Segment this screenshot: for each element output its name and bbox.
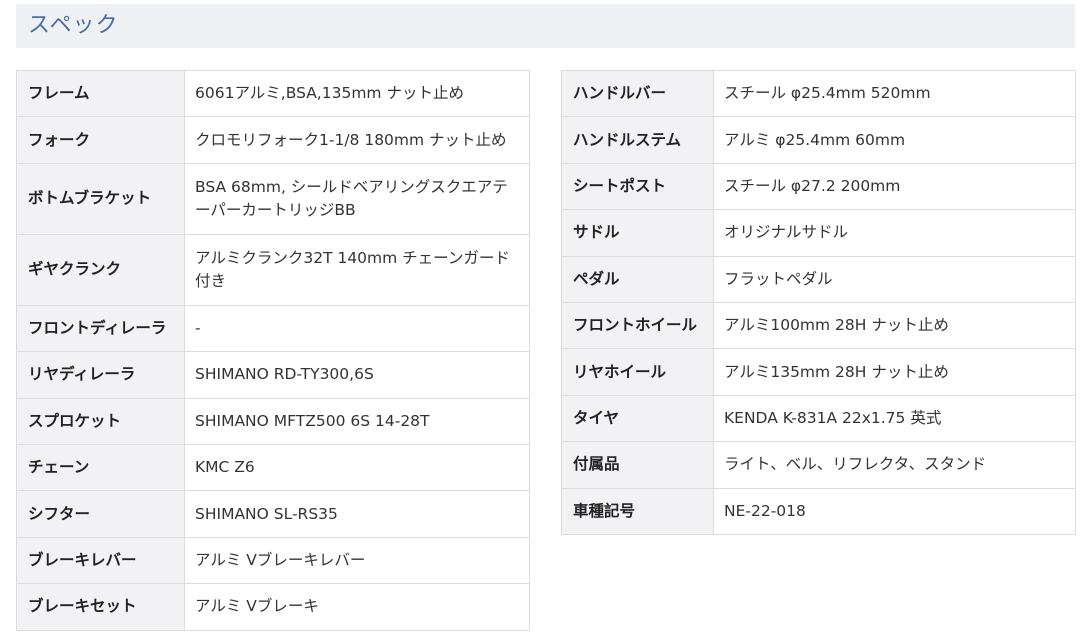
spec-label: リヤホイール [561,348,714,396]
table-row: タイヤ KENDA K-831A 22x1.75 英式 [561,394,1076,443]
spec-value: - [184,304,530,353]
spec-table-right: ハンドルバー スチール φ25.4mm 520mm ハンドルステム アルミ φ2… [561,69,1076,535]
spec-value: アルミ Vブレーキレバー [184,536,530,585]
spec-label: 車種記号 [561,487,714,535]
spec-label: フォーク [16,116,185,164]
spec-value: スチール φ27.2 200mm [713,162,1076,211]
spec-label: タイヤ [561,394,714,443]
table-row: ブレーキレバー アルミ Vブレーキレバー [16,536,530,585]
table-row: リヤホイール アルミ135mm 28H ナット止め [561,348,1076,396]
table-row: 車種記号 NE-22-018 [561,487,1076,535]
spec-label: シフター [16,490,185,538]
spec-value: アルミ135mm 28H ナット止め [713,348,1076,396]
section-title: スペック [28,13,119,38]
spec-value: SHIMANO SL-RS35 [184,490,530,538]
table-row: シフター SHIMANO SL-RS35 [16,490,530,538]
spec-label: フロントディレーラ [16,304,185,353]
spec-value: KENDA K-831A 22x1.75 英式 [713,394,1076,443]
table-row: ペダル フラットペダル [561,255,1076,303]
spec-value: KMC Z6 [184,443,530,492]
table-row: チェーン KMC Z6 [16,443,530,492]
spec-value: NE-22-018 [713,487,1076,535]
spec-label: チェーン [16,443,185,492]
table-row: サドル オリジナルサドル [561,209,1076,257]
table-row: フォーク クロモリフォーク1-1/8 180mm ナット止め [16,116,530,164]
spec-label: ブレーキセット [16,583,185,631]
table-row: フロントホイール アルミ100mm 28H ナット止め [561,301,1076,350]
spec-label: ペダル [561,255,714,303]
table-row: シートポスト スチール φ27.2 200mm [561,162,1076,211]
spec-label: リヤディレーラ [16,351,185,399]
spec-value: BSA 68mm, シールドベアリングスクエアテーパーカートリッジBB [184,162,530,235]
table-row: ブレーキセット アルミ Vブレーキ [16,583,530,631]
spec-section-header: スペック [16,4,1075,48]
spec-value: SHIMANO MFTZ500 6S 14-28T [184,397,530,445]
spec-label: フレーム [16,69,185,118]
spec-value: アルミ φ25.4mm 60mm [713,116,1076,164]
spec-label: スプロケット [16,397,185,445]
spec-value: アルミ Vブレーキ [184,583,530,631]
table-row: スプロケット SHIMANO MFTZ500 6S 14-28T [16,397,530,445]
spec-label: シートポスト [561,162,714,211]
spec-label: サドル [561,209,714,257]
spec-value: スチール φ25.4mm 520mm [713,69,1076,118]
spec-label: 付属品 [561,441,714,489]
table-row: フロントディレーラ - [16,304,530,353]
spec-label: ハンドルバー [561,69,714,118]
table-row: ハンドルバー スチール φ25.4mm 520mm [561,69,1076,118]
table-row: フレーム 6061アルミ,BSA,135mm ナット止め [16,69,530,118]
spec-value: SHIMANO RD-TY300,6S [184,351,530,399]
table-row: ギヤクランク アルミクランク32T 140mm チェーンガード付き [16,233,530,306]
table-row: ハンドルステム アルミ φ25.4mm 60mm [561,116,1076,164]
spec-value: オリジナルサドル [713,209,1076,257]
spec-label: ギヤクランク [16,233,185,306]
table-row: ボトムブラケット BSA 68mm, シールドベアリングスクエアテーパーカートリ… [16,162,530,235]
spec-label: ブレーキレバー [16,536,185,585]
table-row: 付属品 ライト、ベル、リフレクタ、スタンド [561,441,1076,489]
spec-value: ライト、ベル、リフレクタ、スタンド [713,441,1076,489]
spec-value: クロモリフォーク1-1/8 180mm ナット止め [184,116,530,164]
spec-table-left: フレーム 6061アルミ,BSA,135mm ナット止め フォーク クロモリフォ… [16,69,530,631]
table-row: リヤディレーラ SHIMANO RD-TY300,6S [16,351,530,399]
spec-label: ボトムブラケット [16,162,185,235]
spec-label: ハンドルステム [561,116,714,164]
spec-value: アルミ100mm 28H ナット止め [713,301,1076,350]
spec-value: アルミクランク32T 140mm チェーンガード付き [184,233,530,306]
spec-label: フロントホイール [561,301,714,350]
spec-value: 6061アルミ,BSA,135mm ナット止め [184,69,530,118]
spec-value: フラットペダル [713,255,1076,303]
